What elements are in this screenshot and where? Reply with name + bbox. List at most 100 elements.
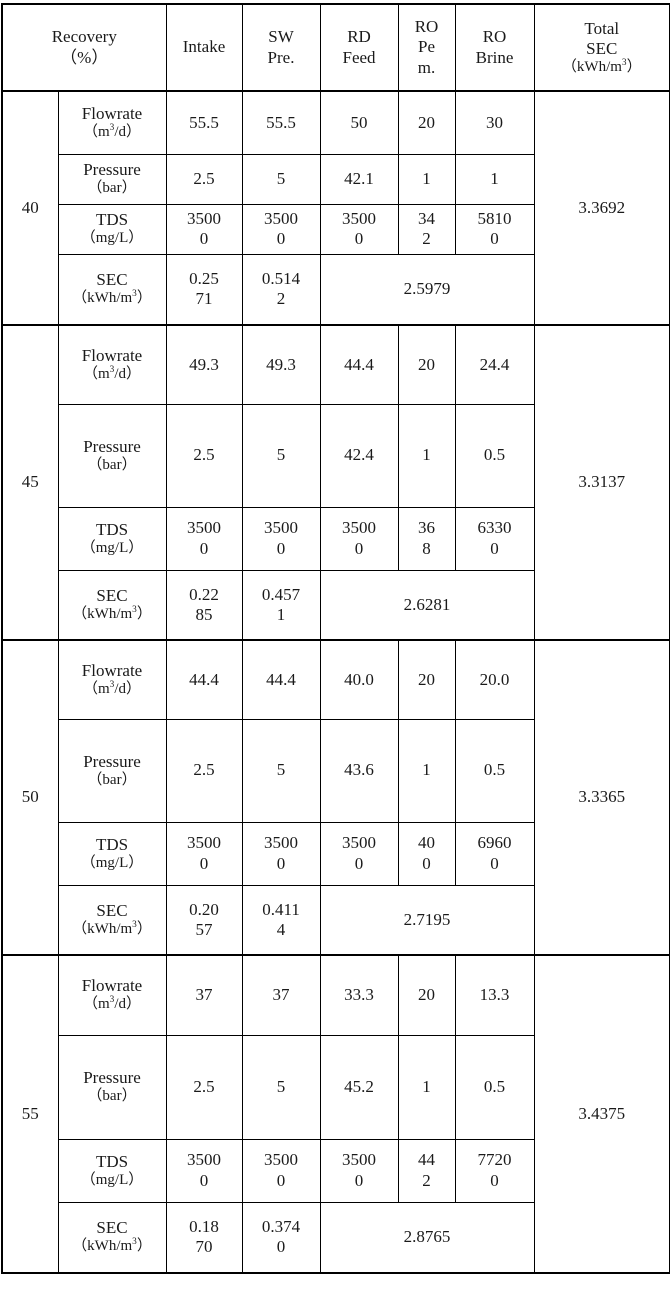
cell-line-2: 57 <box>195 919 213 939</box>
cell-line-2: 2 <box>422 229 431 248</box>
param-unit-text: （m <box>83 996 110 1013</box>
param-name: SEC <box>96 270 128 290</box>
cell-pressure-ro-brine: 0.5 <box>454 1034 535 1140</box>
cell-tds-ro-brine: 6330 0 <box>454 506 535 571</box>
cell-flowrate-intake: 44.4 <box>165 639 243 720</box>
cell-line-2: 0 <box>354 538 364 558</box>
param-name: Flowrate <box>81 660 143 680</box>
cell-line-2: 4 <box>276 919 286 939</box>
recovery-value: 45 <box>1 324 59 641</box>
param-unit-close: /d） <box>114 123 141 140</box>
cell-line-2: 0 <box>422 853 431 873</box>
header-sw-pre-line2: Pre. <box>267 47 295 67</box>
header-ro-brine-line2: Brine <box>475 47 514 67</box>
param-name: Pressure <box>83 160 141 180</box>
recovery-value: 55 <box>1 954 59 1274</box>
param-unit-text: （m <box>83 123 110 140</box>
cell-line-1: 36 <box>418 518 436 538</box>
cell-line-1: 3500 <box>342 833 377 853</box>
cell-line-1: 5810 <box>477 208 512 228</box>
recovery-value: 50 <box>1 639 59 956</box>
param-name: Flowrate <box>81 103 143 123</box>
cell-line-2: 0 <box>276 538 286 558</box>
cell-line-1: 0.22 <box>189 584 219 604</box>
cell-line-2: 0 <box>199 229 209 248</box>
header-recovery: Recovery （%） <box>1 3 167 92</box>
header-ro-perm: RO Pe m. <box>397 3 456 92</box>
cell-flowrate-sw-pre: 49.3 <box>241 324 321 405</box>
cell-tds-ro-perm: 40 0 <box>397 821 456 886</box>
recovery-sec-table: Recovery （%） Intake SW Pre. RD Feed RO P… <box>1 3 670 1274</box>
header-sw-pre-line1: SW <box>268 27 294 47</box>
cell-flowrate-ro-brine: 20.0 <box>454 639 535 720</box>
param-name: TDS <box>95 1151 129 1171</box>
cell-line-1: 6960 <box>477 833 512 853</box>
cell-total-sec: 3.3365 <box>533 639 670 956</box>
param-unit: （m3/d） <box>60 680 165 699</box>
sec-results-table-container: Recovery （%） Intake SW Pre. RD Feed RO P… <box>1 3 670 1274</box>
cell-line-1: 3500 <box>342 1150 377 1170</box>
cell-line-2: 85 <box>195 604 213 624</box>
cell-line-1: 0.457 <box>261 584 301 604</box>
cell-line-1: 3500 <box>264 1150 299 1170</box>
cell-pressure-ro-brine: 0.5 <box>454 403 535 508</box>
cell-line-2: 70 <box>195 1237 213 1257</box>
cell-line-2: 0 <box>354 229 364 248</box>
cell-line-1: 3500 <box>264 833 299 853</box>
cell-line-1: 3500 <box>264 208 299 228</box>
cell-pressure-ro-perm: 1 <box>397 1034 456 1140</box>
param-label-tds: TDS （mg/L） <box>57 821 167 886</box>
cell-line-1: 0.20 <box>189 899 219 919</box>
cell-tds-ro-perm: 34 2 <box>397 203 456 255</box>
header-total-sec-unit-close: ） <box>626 58 642 75</box>
cell-line-1: 3500 <box>342 208 377 228</box>
param-name: Pressure <box>83 1068 141 1088</box>
cell-line-2: 0 <box>276 229 286 248</box>
cell-pressure-ro-perm: 1 <box>397 718 456 823</box>
param-name: Flowrate <box>81 345 143 365</box>
header-ro-perm-line2: Pe <box>418 37 436 57</box>
cell-flowrate-sw-pre: 55.5 <box>241 90 321 155</box>
cell-tds-intake: 3500 0 <box>165 1138 243 1203</box>
cell-sec-sw-pre: 0.514 2 <box>241 253 321 326</box>
param-name: Pressure <box>83 751 141 771</box>
param-name: TDS <box>95 210 129 230</box>
param-label-tds: TDS （mg/L） <box>57 1138 167 1203</box>
cell-flowrate-sw-pre: 44.4 <box>241 639 321 720</box>
cell-pressure-ro-perm: 1 <box>397 403 456 508</box>
cell-tds-intake: 3500 0 <box>165 203 243 255</box>
cell-line-1: 0.25 <box>189 269 219 289</box>
cell-flowrate-intake: 37 <box>165 954 243 1036</box>
param-label-pressure: Pressure （bar） <box>57 1034 167 1140</box>
cell-pressure-rd-feed: 42.1 <box>319 153 399 205</box>
param-unit-text: （m <box>83 680 110 697</box>
cell-pressure-sw-pre: 5 <box>241 403 321 508</box>
cell-tds-sw-pre: 3500 0 <box>241 203 321 255</box>
cell-line-2: 0 <box>354 1170 364 1190</box>
cell-pressure-ro-brine: 0.5 <box>454 718 535 823</box>
param-label-tds: TDS （mg/L） <box>57 203 167 255</box>
cell-pressure-intake: 2.5 <box>165 718 243 823</box>
cell-tds-rd-feed: 3500 0 <box>319 1138 399 1203</box>
cell-line-1: 40 <box>418 833 436 853</box>
param-label-pressure: Pressure （bar） <box>57 403 167 508</box>
cell-line-2: 0 <box>276 1170 286 1190</box>
cell-pressure-sw-pre: 5 <box>241 1034 321 1140</box>
table-row: 40 Flowrate （m3/d） 55.5 55.5 50 20 30 3.… <box>1 90 670 326</box>
param-unit-close: /d） <box>114 365 141 382</box>
header-rd-feed-line2: Feed <box>342 47 376 67</box>
param-label-flowrate: Flowrate （m3/d） <box>57 324 167 405</box>
cell-line-2: 2 <box>276 289 286 309</box>
cell-line-1: 0.374 <box>261 1217 301 1237</box>
cell-tds-ro-brine: 7720 0 <box>454 1138 535 1203</box>
header-ro-perm-line1: RO <box>414 17 439 37</box>
cell-line-1: 0.514 <box>261 269 301 289</box>
table-row: 55 Flowrate （m3/d） 37 37 33.3 20 13.3 3.… <box>1 954 670 1274</box>
cell-flowrate-intake: 55.5 <box>165 90 243 155</box>
param-unit: （mg/L） <box>80 539 144 556</box>
table-body: 40 Flowrate （m3/d） 55.5 55.5 50 20 30 3.… <box>1 90 670 1274</box>
cell-line-1: 7720 <box>477 1150 512 1170</box>
cell-sec-merged: 2.7195 <box>319 884 535 956</box>
cell-tds-sw-pre: 3500 0 <box>241 506 321 571</box>
cell-line-1: 34 <box>418 208 436 228</box>
